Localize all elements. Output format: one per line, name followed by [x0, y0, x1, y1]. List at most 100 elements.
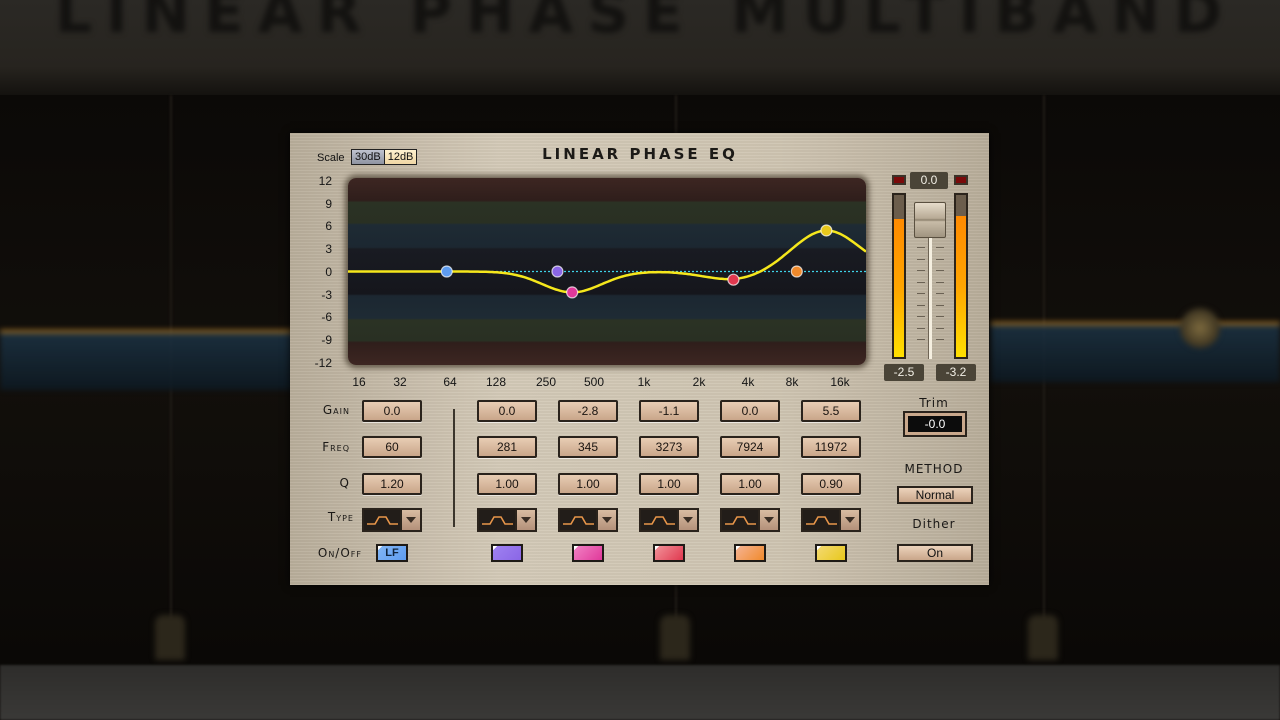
band-node-handle[interactable] [790, 265, 803, 278]
filter-type-dropdown[interactable] [720, 508, 780, 532]
y-tick-label: -6 [321, 310, 332, 325]
type-row-label: Type [327, 510, 354, 524]
method-label: METHOD [904, 462, 964, 476]
x-tick-label: 64 [443, 375, 457, 389]
trim-value[interactable]: -0.0 [903, 411, 967, 437]
x-tick-label: 500 [583, 375, 605, 389]
freq-field[interactable]: 3273 [639, 436, 699, 458]
fader-scale-tick [917, 304, 925, 306]
plugin-title: LINEAR PHASE EQ [542, 145, 738, 163]
q-field[interactable]: 1.00 [720, 473, 780, 495]
q-field[interactable]: 0.90 [801, 473, 861, 495]
band-node-handle[interactable] [440, 265, 453, 278]
dropdown-arrow-icon[interactable] [679, 510, 697, 530]
master-fader-track[interactable] [928, 237, 932, 359]
fader-scale-tick [936, 281, 944, 283]
gain-field[interactable]: 0.0 [362, 400, 422, 422]
x-tick-label: 1k [637, 375, 651, 389]
freq-row-label: Freq [322, 440, 350, 454]
right-output-meter [954, 193, 968, 359]
band-onoff-toggle[interactable] [815, 544, 847, 562]
fader-scale-tick [917, 247, 925, 248]
filter-type-dropdown[interactable] [558, 508, 618, 532]
eq-curve-canvas [348, 224, 866, 299]
master-fader-handle[interactable] [914, 202, 946, 238]
host-fader [1028, 615, 1058, 660]
freq-field[interactable]: 11972 [801, 436, 861, 458]
dither-button[interactable]: On [897, 544, 973, 562]
onoff-row-label: On/Off [317, 546, 362, 560]
y-tick-label: 9 [325, 196, 332, 211]
gain-row-label: Gain [322, 403, 350, 417]
dropdown-arrow-icon[interactable] [598, 510, 616, 530]
bell-filter-icon [560, 510, 598, 530]
host-waveform [990, 322, 1280, 382]
scale-30db-button[interactable]: 30dB [352, 150, 384, 164]
gain-field[interactable]: -1.1 [639, 400, 699, 422]
dropdown-arrow-icon[interactable] [760, 510, 778, 530]
bell-filter-icon [364, 510, 402, 530]
band-onoff-toggle[interactable]: LF [376, 544, 408, 562]
filter-type-dropdown[interactable] [639, 508, 699, 532]
host-fader [660, 615, 690, 660]
gain-field[interactable]: 0.0 [720, 400, 780, 422]
dropdown-arrow-icon[interactable] [402, 510, 420, 530]
filter-type-dropdown[interactable] [801, 508, 861, 532]
q-row-label: Q [339, 476, 350, 490]
q-field[interactable]: 1.00 [477, 473, 537, 495]
fader-scale-tick [936, 327, 944, 329]
filter-type-dropdown[interactable] [477, 508, 537, 532]
fader-scale-tick [917, 316, 925, 317]
eq-graph[interactable] [348, 178, 866, 365]
scale-label: Scale [317, 152, 345, 164]
fader-scale-tick [917, 327, 925, 329]
right-peak-readout: -3.2 [936, 364, 976, 381]
fader-scale-tick [936, 339, 944, 340]
band-node-handle[interactable] [551, 265, 564, 278]
q-field[interactable]: 1.00 [558, 473, 618, 495]
scale-12db-button[interactable]: 12dB [383, 150, 417, 164]
band-onoff-toggle[interactable] [491, 544, 523, 562]
band-node-handle[interactable] [566, 286, 579, 299]
band-onoff-toggle[interactable] [572, 544, 604, 562]
fader-scale-tick [936, 293, 944, 294]
y-tick-label: -3 [321, 287, 332, 302]
linear-phase-eq-panel: Scale 30dB 12dB LINEAR PHASE EQ 12 9 6 3 0 -3… [290, 133, 989, 585]
gain-field[interactable]: 5.5 [801, 400, 861, 422]
y-tick-label: -12 [314, 355, 332, 370]
left-clip-led[interactable] [892, 175, 906, 185]
eq-response-curve [348, 229, 866, 294]
right-clip-led[interactable] [954, 175, 968, 185]
q-field[interactable]: 1.20 [362, 473, 422, 495]
q-field[interactable]: 1.00 [639, 473, 699, 495]
band-onoff-toggle[interactable] [734, 544, 766, 562]
x-tick-label: 16 [352, 375, 366, 389]
scale-selector: 30dB 12dB [351, 149, 418, 165]
host-header: LINEAR PHASE MULTIBAND [0, 0, 1280, 95]
fader-scale-tick [936, 270, 944, 271]
method-button[interactable]: Normal [897, 486, 973, 504]
filter-type-dropdown[interactable] [362, 508, 422, 532]
freq-field[interactable]: 7924 [720, 436, 780, 458]
freq-field[interactable]: 345 [558, 436, 618, 458]
fader-scale-tick [936, 316, 944, 317]
lf-divider [453, 409, 455, 527]
host-knob [1180, 308, 1220, 348]
freq-field[interactable]: 60 [362, 436, 422, 458]
trim-label: Trim [919, 396, 949, 410]
band-onoff-toggle[interactable] [653, 544, 685, 562]
dropdown-arrow-icon[interactable] [841, 510, 859, 530]
x-tick-label: 4k [741, 375, 755, 389]
x-tick-label: 16k [830, 375, 850, 389]
dropdown-arrow-icon[interactable] [517, 510, 535, 530]
band-node-handle[interactable] [727, 273, 740, 286]
fader-scale-tick [936, 247, 944, 248]
gain-field[interactable]: 0.0 [477, 400, 537, 422]
host-fader [155, 615, 185, 660]
bell-filter-icon [803, 510, 841, 530]
fader-scale-tick [917, 293, 925, 294]
band-node-handle[interactable] [820, 224, 833, 237]
freq-field[interactable]: 281 [477, 436, 537, 458]
x-tick-label: 128 [485, 375, 507, 389]
gain-field[interactable]: -2.8 [558, 400, 618, 422]
